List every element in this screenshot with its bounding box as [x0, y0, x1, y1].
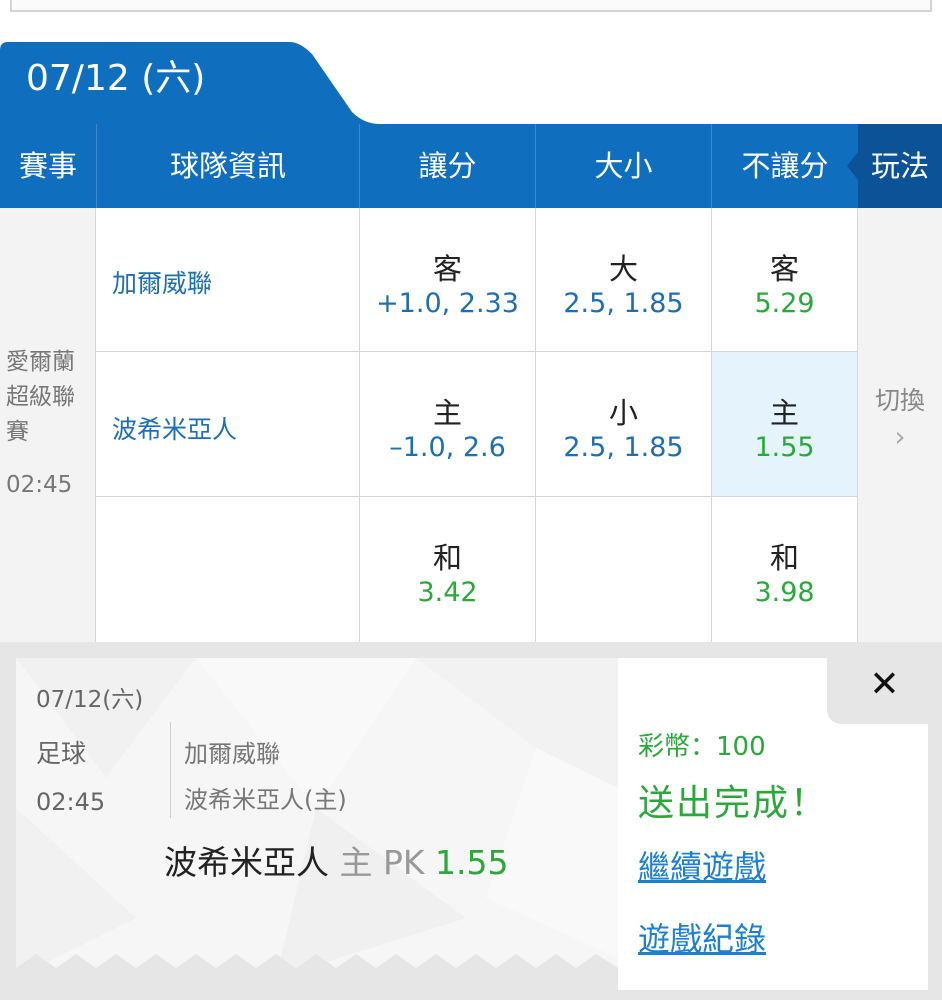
away-team-name: 加爾威聯: [112, 269, 213, 298]
bet-label: 和: [432, 541, 462, 575]
league-cell: 愛爾蘭 超級聯 賽 02:45: [0, 208, 96, 642]
bet-label: 客: [432, 252, 462, 286]
ticket-divider: [170, 722, 171, 818]
bet-moneyline-away[interactable]: 客 5.29: [712, 208, 858, 352]
bet-odds: +1.0, 2.33: [376, 288, 519, 319]
ticket-date: 07/12(六): [36, 687, 144, 713]
bet-over[interactable]: 大 2.5, 1.85: [536, 208, 712, 352]
match-time: 02:45: [6, 472, 73, 498]
header-over-under: 大小: [594, 149, 653, 183]
league-name-line: 賽: [6, 419, 29, 445]
pick-side: 主 PK: [339, 843, 425, 882]
play-type-button[interactable]: 玩法: [847, 124, 942, 208]
league-name: 愛爾蘭 超級聯 賽: [6, 345, 90, 450]
bet-handicap-away[interactable]: 客 +1.0, 2.33: [360, 208, 536, 352]
team-cell-empty: [96, 497, 360, 642]
bet-label: 客: [769, 252, 799, 286]
stake-amount: 彩幣：100: [638, 732, 766, 762]
bet-odds: 1.55: [754, 432, 815, 463]
bet-label: 大: [608, 252, 638, 286]
team-cell-away: 加爾威聯: [96, 208, 360, 352]
ticket-sport: 足球: [36, 739, 87, 768]
submit-status: 送出完成！: [638, 783, 829, 824]
date-label: 07/12 (六): [26, 58, 206, 99]
switch-button[interactable]: 切換 ›: [858, 208, 942, 642]
team-cell-home: 波希米亞人: [96, 352, 360, 497]
ticket-time: 02:45: [36, 788, 106, 816]
header-event: 賽事: [18, 149, 77, 183]
bet-handicap-draw[interactable]: 和 3.42: [360, 497, 536, 642]
bet-odds: 2.5, 1.85: [563, 432, 684, 463]
bet-moneyline-home-selected[interactable]: 主 1.55: [712, 352, 858, 497]
bet-odds: 3.42: [417, 577, 478, 608]
chevron-right-icon: ›: [894, 420, 906, 453]
bet-label: 和: [769, 541, 799, 575]
home-team-name: 波希米亞人: [112, 415, 238, 444]
ticket-away-team: 加爾威聯: [184, 740, 280, 768]
bet-under[interactable]: 小 2.5, 1.85: [536, 352, 712, 497]
bet-label: 小: [608, 396, 638, 430]
top-panel-edge: [10, 0, 932, 12]
pick-team: 波希米亞人: [164, 843, 329, 882]
bet-odds: 2.5, 1.85: [563, 288, 684, 319]
play-arrow-icon: [847, 152, 858, 180]
bet-handicap-home[interactable]: 主 –1.0, 2.6: [360, 352, 536, 497]
league-name-line: 超級聯: [6, 384, 75, 410]
bet-moneyline-draw[interactable]: 和 3.98: [712, 497, 858, 642]
bet-empty: [536, 497, 712, 642]
ticket-pick: 波希米亞人 主 PK 1.55: [164, 836, 509, 884]
header-moneyline: 不讓分: [741, 149, 829, 183]
league-name-line: 愛爾蘭: [6, 349, 75, 375]
close-icon[interactable]: ✕: [827, 664, 942, 705]
bet-odds: 3.98: [754, 577, 815, 608]
table-header: 賽事 球隊資訊 讓分 大小 不讓分 玩法: [0, 124, 942, 208]
ticket-home-team: 波希米亞人(主): [184, 786, 347, 814]
switch-label: 切換: [874, 386, 925, 415]
header-team-info: 球隊資訊: [169, 149, 286, 183]
bet-odds: –1.0, 2.6: [389, 432, 506, 463]
pick-odds: 1.55: [435, 843, 509, 882]
match-grid: 愛爾蘭 超級聯 賽 02:45 加爾威聯 客 +1.0, 2.33 大 2.5,…: [0, 208, 942, 642]
header-handicap: 讓分: [418, 149, 477, 183]
play-type-label: 玩法: [870, 149, 929, 183]
bet-label: 主: [432, 396, 462, 430]
bet-label: 主: [769, 396, 799, 430]
game-history-link[interactable]: 遊戲紀錄: [638, 914, 766, 960]
bet-odds: 5.29: [754, 288, 815, 319]
continue-game-link[interactable]: 繼續遊戲: [638, 842, 766, 888]
bet-ticket: 07/12(六) 足球 02:45 加爾威聯 波希米亞人(主) 波希米亞人 主 …: [16, 658, 618, 990]
